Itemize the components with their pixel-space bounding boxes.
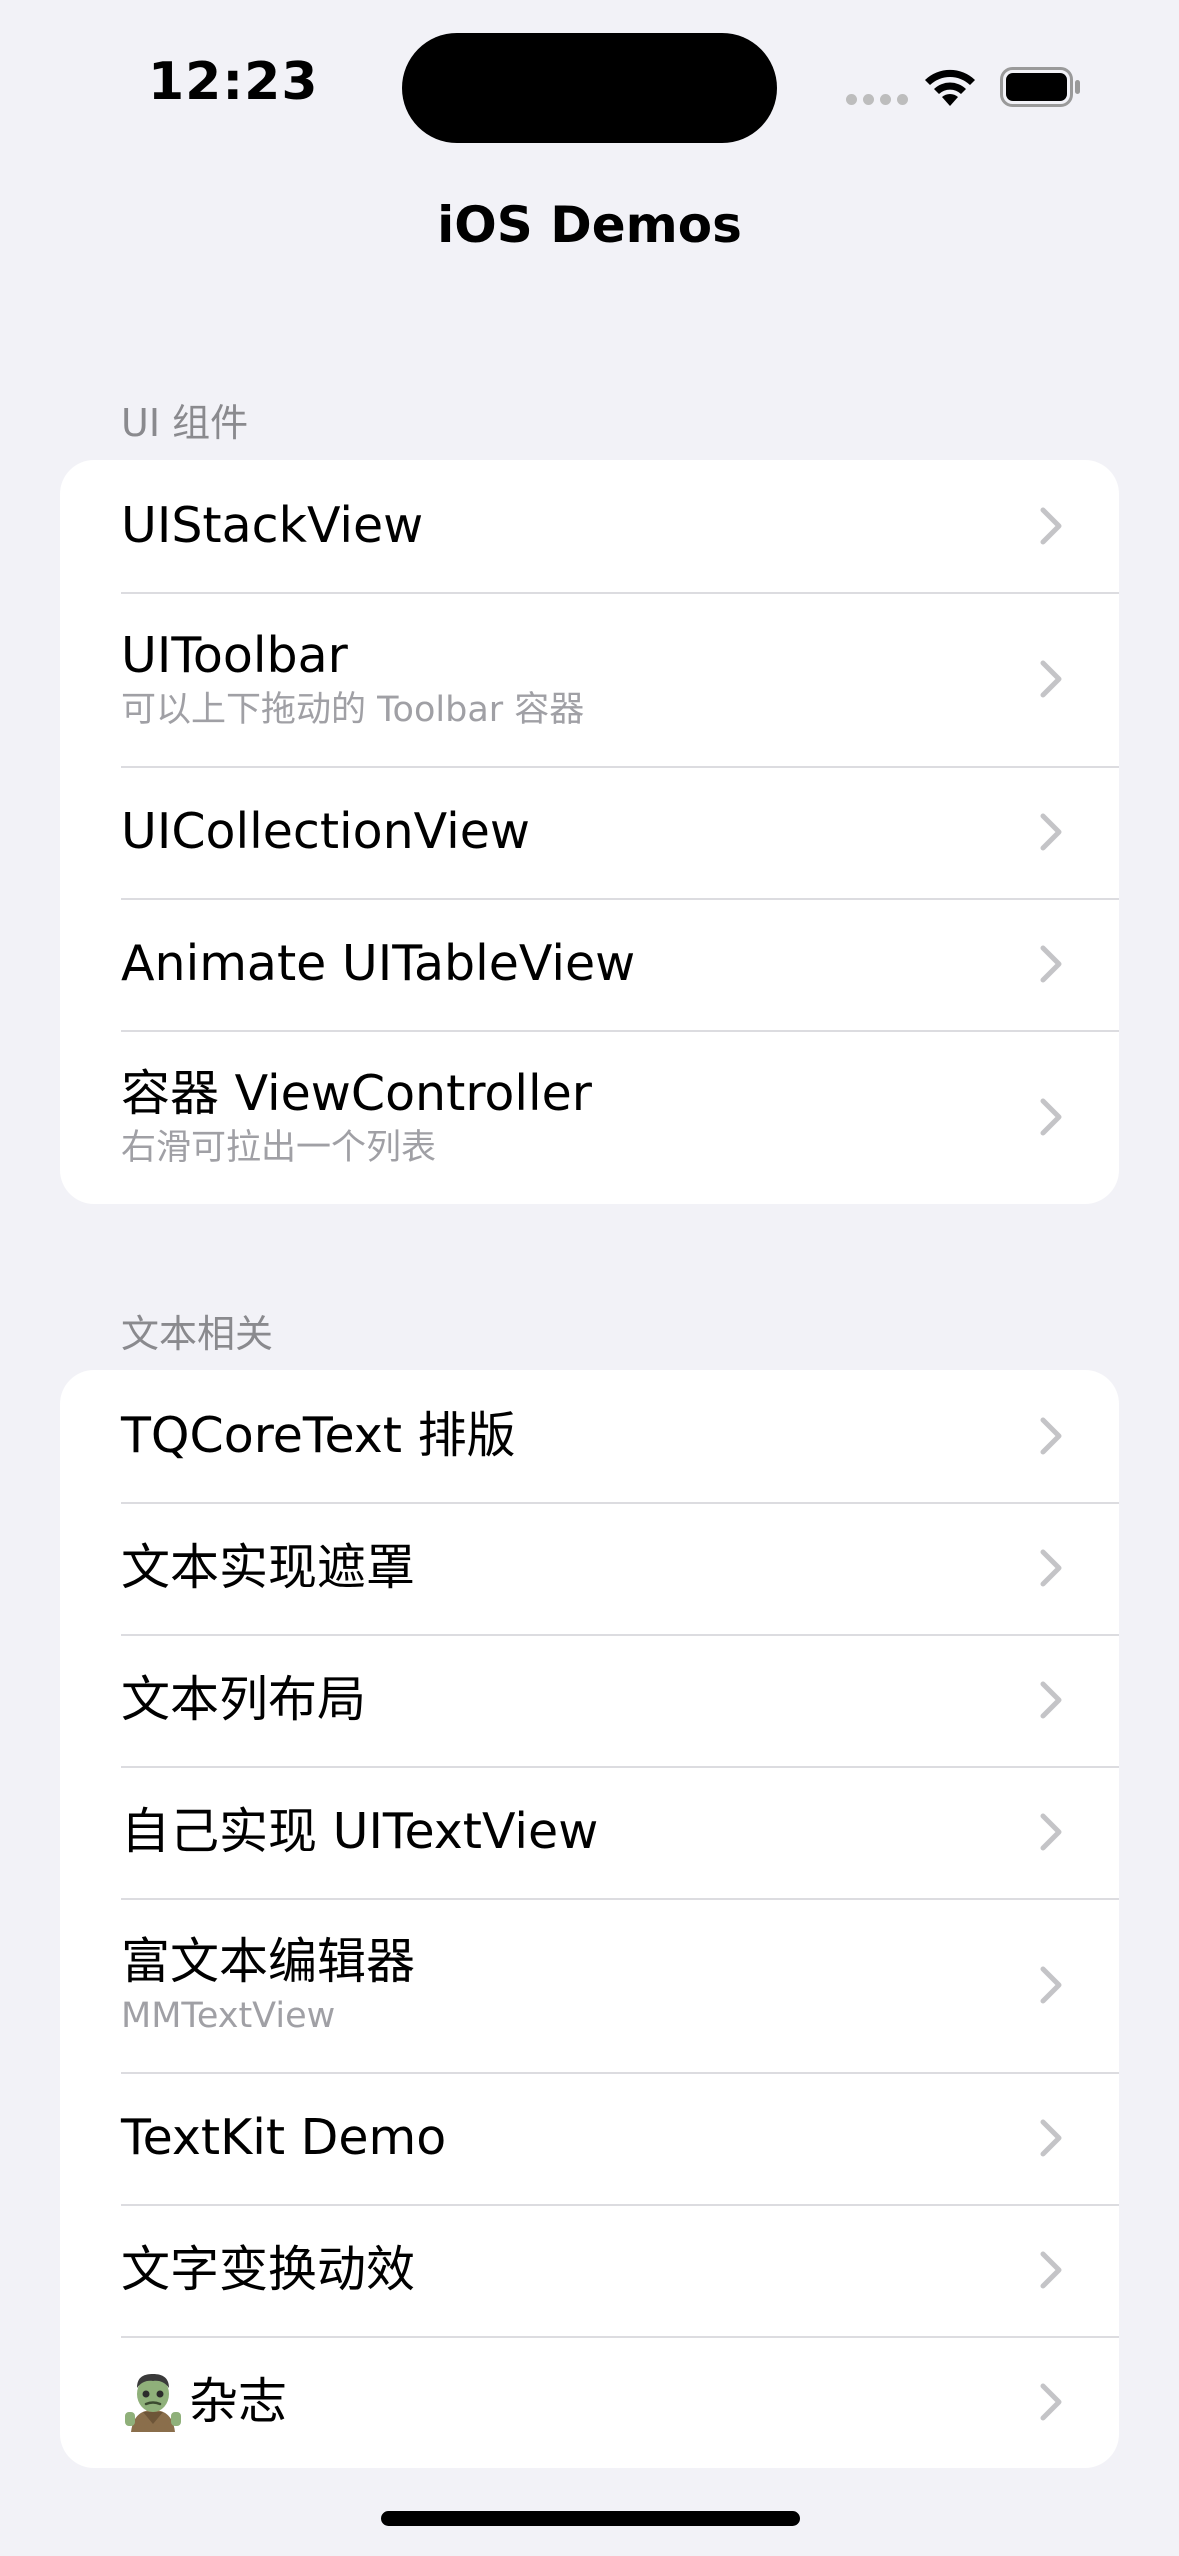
list-item-title: 杂志 xyxy=(189,2372,288,2430)
status-time: 12:23 xyxy=(148,52,319,112)
cellular-signal-icon xyxy=(846,94,908,105)
list-item-container-viewcontroller[interactable]: 容器 ViewController 右滑可拉出一个列表 xyxy=(60,1030,1119,1204)
section-header-ui-components: UI 组件 xyxy=(121,401,249,445)
chevron-right-icon xyxy=(1040,945,1062,983)
chevron-right-icon xyxy=(1040,507,1062,545)
list-item-text-transform-animation[interactable]: 文字变换动效 xyxy=(60,2204,1119,2336)
list-item-title: UICollectionView xyxy=(121,803,530,860)
list-item-title: 容器 ViewController xyxy=(121,1065,592,1122)
chevron-right-icon xyxy=(1040,660,1062,698)
list-item-title-with-icon: 杂志 xyxy=(121,2372,1119,2433)
list-item-title: TQCoreText 排版 xyxy=(121,1407,516,1464)
list-item-uitoolbar[interactable]: UIToolbar 可以上下拖动的 Toolbar 容器 xyxy=(60,592,1119,766)
list-item-title: 文本实现遮罩 xyxy=(121,1539,416,1596)
chevron-right-icon xyxy=(1040,1098,1062,1136)
zombie-emoji-icon xyxy=(125,2374,181,2433)
list-group-ui-components: UIStackView UIToolbar 可以上下拖动的 Toolbar 容器… xyxy=(60,460,1119,1204)
wifi-icon xyxy=(925,69,975,106)
list-item-title: UIStackView xyxy=(121,497,424,554)
chevron-right-icon xyxy=(1040,813,1062,851)
list-item-title: UIToolbar xyxy=(121,627,348,684)
list-item-text-mask[interactable]: 文本实现遮罩 xyxy=(60,1502,1119,1634)
list-group-text: TQCoreText 排版 文本实现遮罩 文本列布局 自己实现 UITextVi… xyxy=(60,1370,1119,2468)
chevron-right-icon xyxy=(1040,1813,1062,1851)
list-item-uistackview[interactable]: UIStackView xyxy=(60,460,1119,592)
page-title: iOS Demos xyxy=(437,196,742,254)
screen: 12:23 iOS Demos UI 组件 UIStackView UITool… xyxy=(0,0,1179,2556)
list-item-title: 富文本编辑器 xyxy=(121,1933,416,1990)
list-item-textkit-demo[interactable]: TextKit Demo xyxy=(60,2072,1119,2204)
list-item-title: Animate UITableView xyxy=(121,935,636,992)
chevron-right-icon xyxy=(1040,2251,1062,2289)
chevron-right-icon xyxy=(1040,1966,1062,2004)
list-item-subtitle: 右滑可拉出一个列表 xyxy=(121,1128,437,1168)
list-item-subtitle: 可以上下拖动的 Toolbar 容器 xyxy=(121,690,585,730)
chevron-right-icon xyxy=(1040,1681,1062,1719)
list-item-tqcoretext[interactable]: TQCoreText 排版 xyxy=(60,1370,1119,1502)
section-header-text: 文本相关 xyxy=(121,1312,274,1356)
battery-icon xyxy=(1000,67,1080,107)
chevron-right-icon xyxy=(1040,1549,1062,1587)
chevron-right-icon xyxy=(1040,2119,1062,2157)
dynamic-island xyxy=(402,33,777,143)
list-item-subtitle: MMTextView xyxy=(121,1996,336,2036)
list-item-uicollectionview[interactable]: UICollectionView xyxy=(60,766,1119,898)
list-item-title: 文字变换动效 xyxy=(121,2241,416,2298)
list-item-title: 自己实现 UITextView xyxy=(121,1803,599,1860)
list-item-text-columns[interactable]: 文本列布局 xyxy=(60,1634,1119,1766)
list-item-title: TextKit Demo xyxy=(121,2109,447,2166)
list-item-title: 文本列布局 xyxy=(121,1671,367,1728)
list-item-rich-text-editor[interactable]: 富文本编辑器 MMTextView xyxy=(60,1898,1119,2072)
home-indicator[interactable] xyxy=(381,2511,800,2526)
list-item-animate-uitableview[interactable]: Animate UITableView xyxy=(60,898,1119,1030)
chevron-right-icon xyxy=(1040,2383,1062,2421)
chevron-right-icon xyxy=(1040,1417,1062,1455)
list-item-magazine[interactable]: 杂志 xyxy=(60,2336,1119,2468)
list-item-custom-uitextview[interactable]: 自己实现 UITextView xyxy=(60,1766,1119,1898)
